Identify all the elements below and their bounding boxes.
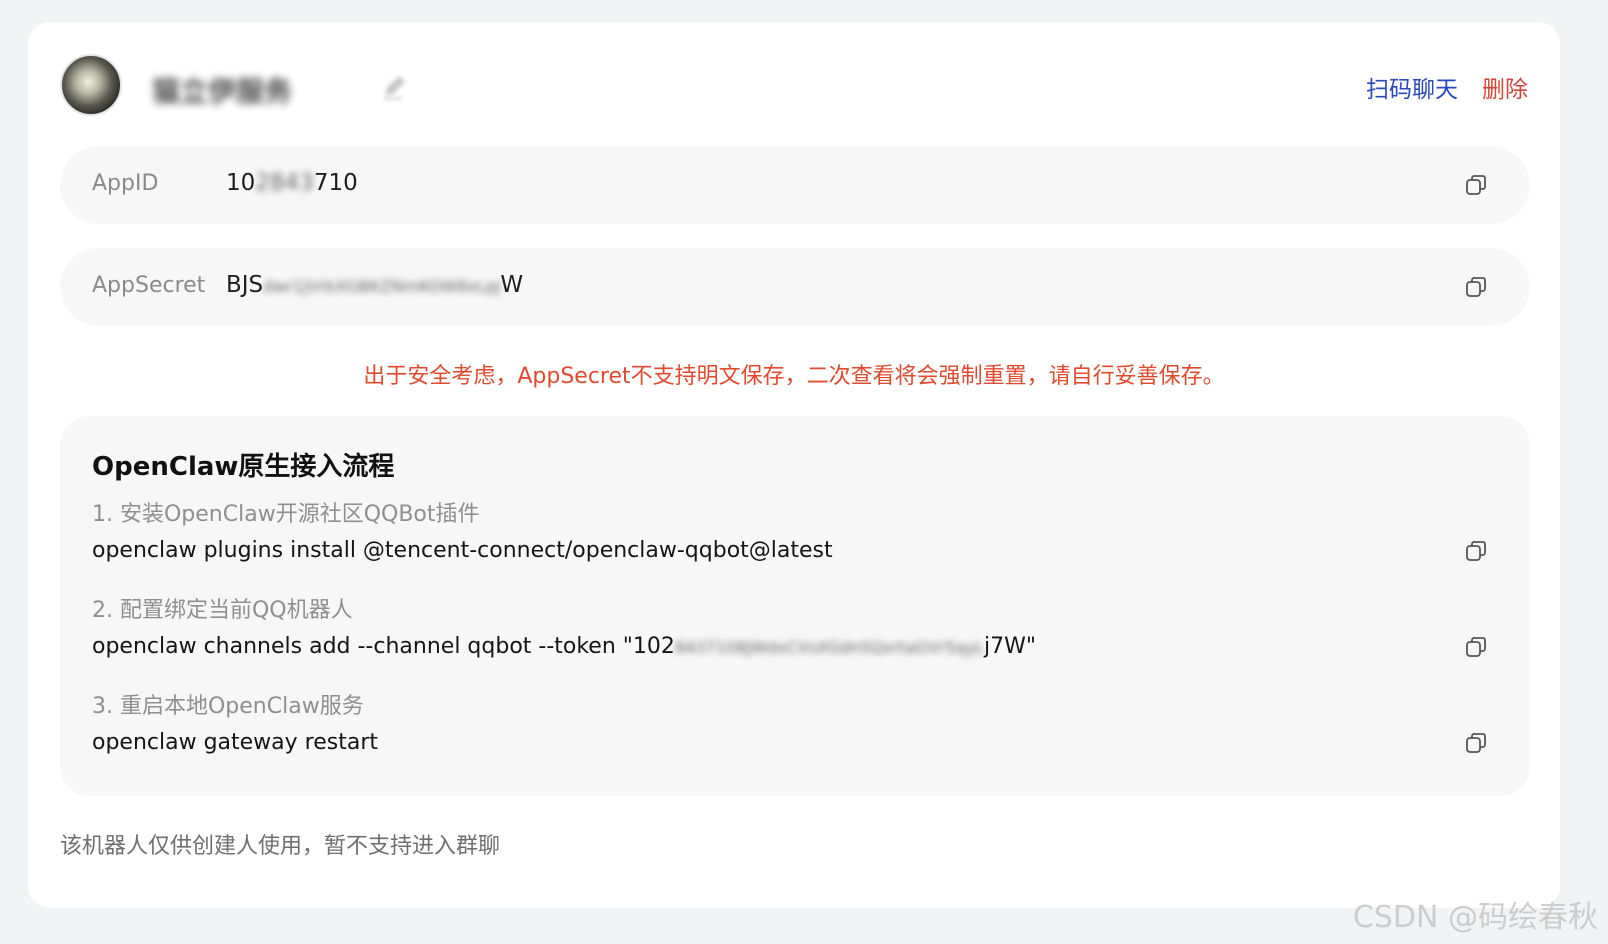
bot-name: 猫立伊服务 [152, 75, 293, 108]
token-masked: 8437108JWdxCVsXGdnSQxrtaGVr5qyL [674, 638, 984, 657]
watermark: CSDN @码绘春秋 [1352, 900, 1598, 935]
bot-avatar [60, 54, 122, 116]
appsecret-field: AppSecret BJSdwr1JVrbXGBKZNmKOW8xLpJW [60, 248, 1530, 326]
copy-icon[interactable] [1464, 635, 1488, 659]
edit-icon[interactable] [378, 71, 410, 103]
delete-link[interactable]: 删除 [1482, 70, 1528, 104]
flow-title: OpenClaw原生接入流程 [92, 452, 395, 482]
header-actions: 扫码聊天 删除 [1366, 70, 1528, 104]
step-3-label: 3. 重启本地OpenClaw服务 [92, 694, 364, 719]
scan-chat-link[interactable]: 扫码聊天 [1366, 70, 1458, 104]
copy-icon[interactable] [1464, 275, 1488, 299]
step-2-label: 2. 配置绑定当前QQ机器人 [92, 598, 353, 623]
appid-masked: 2843 [255, 170, 314, 196]
appsecret-value: BJSdwr1JVrbXGBKZNmKOW8xLpJW [226, 272, 524, 298]
openclaw-flow-panel: OpenClaw原生接入流程 1. 安装OpenClaw开源社区QQBot插件 … [60, 416, 1530, 796]
step-1-command: openclaw plugins install @tencent-connec… [92, 538, 833, 563]
copy-icon[interactable] [1464, 173, 1488, 197]
copy-icon[interactable] [1464, 539, 1488, 563]
appid-value: 102843710 [226, 170, 358, 196]
appid-field: AppID 102843710 [60, 146, 1530, 224]
appid-label: AppID [92, 171, 159, 196]
appsecret-masked: dwr1JVrbXGBKZNmKOW8xLpJ [263, 277, 501, 296]
step-3-command: openclaw gateway restart [92, 730, 379, 755]
appsecret-label: AppSecret [92, 273, 206, 298]
security-warning: 出于安全考虑，AppSecret不支持明文保存，二次查看将会强制重置，请自行妥善… [363, 364, 1225, 389]
copy-icon[interactable] [1464, 731, 1488, 755]
step-1-label: 1. 安装OpenClaw开源社区QQBot插件 [92, 502, 480, 527]
usage-note: 该机器人仅供创建人使用，暂不支持进入群聊 [60, 834, 501, 859]
bot-detail-card: 猫立伊服务 扫码聊天 删除 AppID 102843710 AppSecret … [28, 22, 1560, 908]
step-2-command: openclaw channels add --channel qqbot --… [92, 634, 1036, 659]
bot-header: 猫立伊服务 扫码聊天 删除 [60, 54, 1528, 116]
